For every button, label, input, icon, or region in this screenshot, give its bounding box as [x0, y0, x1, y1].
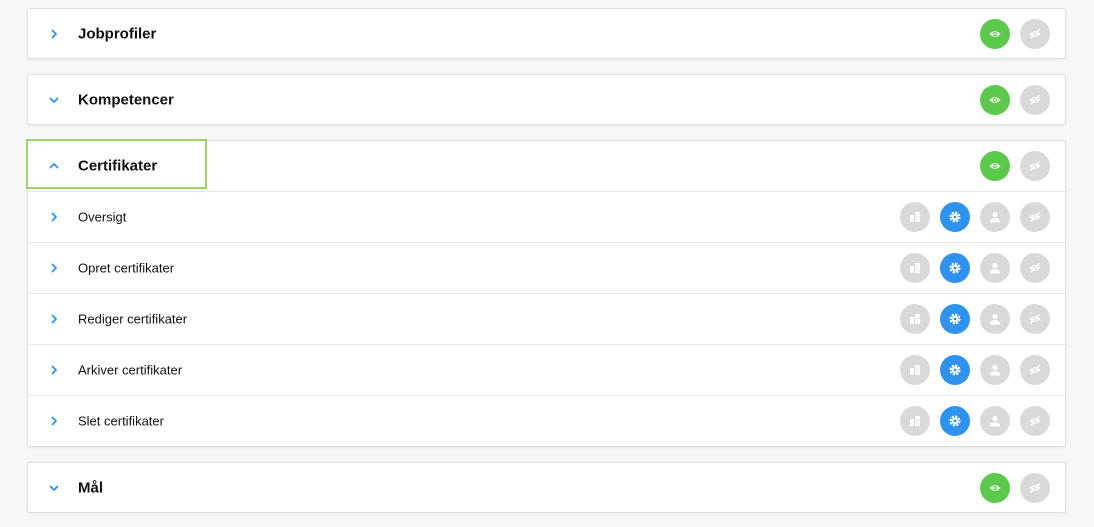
building-icon: [910, 263, 920, 273]
chevron-right-icon[interactable]: [47, 261, 61, 275]
eye-off-icon: [1029, 212, 1041, 222]
company-scope-button[interactable]: [900, 355, 930, 385]
eye-off-icon: [1029, 483, 1041, 493]
section-certifikater: Certifikater Oversigt Opret certifikater…: [27, 140, 1066, 447]
section-header[interactable]: Jobprofiler: [28, 9, 1065, 59]
section-jobprofiler: Jobprofiler: [27, 8, 1066, 59]
settings-scope-button[interactable]: [940, 253, 970, 283]
chevron-down-icon[interactable]: [47, 93, 61, 107]
chevron-right-icon[interactable]: [47, 312, 61, 326]
gear-icon: [949, 364, 961, 376]
section-title: Jobprofiler: [78, 25, 157, 43]
section-actions: [980, 473, 1050, 503]
eye-off-icon: [1029, 29, 1041, 39]
permission-row[interactable]: Opret certifikater: [28, 242, 1065, 293]
user-scope-button[interactable]: [980, 304, 1010, 334]
section-actions: [980, 85, 1050, 115]
gear-icon: [949, 313, 961, 325]
building-icon: [910, 314, 920, 324]
hidden-toggle-button[interactable]: [1020, 304, 1050, 334]
hidden-toggle-button[interactable]: [1020, 202, 1050, 232]
hidden-toggle-button[interactable]: [1020, 85, 1050, 115]
permission-label: Rediger certifikater: [78, 311, 188, 327]
settings-scope-button[interactable]: [940, 406, 970, 436]
user-scope-button[interactable]: [980, 253, 1010, 283]
section-kompetencer: Kompetencer: [27, 74, 1066, 125]
permission-row[interactable]: Arkiver certifikater: [28, 344, 1065, 395]
company-scope-button[interactable]: [900, 406, 930, 436]
section-header[interactable]: Mål: [28, 463, 1065, 513]
permission-actions: [900, 253, 1050, 283]
company-scope-button[interactable]: [900, 253, 930, 283]
section-title: Certifikater: [78, 157, 158, 175]
hidden-toggle-button[interactable]: [1020, 406, 1050, 436]
eye-icon: [989, 163, 1001, 169]
settings-scope-button[interactable]: [940, 355, 970, 385]
permission-row[interactable]: Oversigt: [28, 191, 1065, 242]
building-icon: [910, 416, 920, 426]
eye-off-icon: [1029, 314, 1041, 324]
permission-row[interactable]: Slet certifikater: [28, 395, 1065, 446]
user-icon: [990, 415, 1000, 427]
settings-scope-button[interactable]: [940, 304, 970, 334]
section-title: Kompetencer: [78, 91, 174, 109]
eye-off-icon: [1029, 161, 1041, 171]
user-icon: [990, 364, 1000, 376]
gear-icon: [949, 415, 961, 427]
user-icon: [990, 211, 1000, 223]
visible-toggle-button[interactable]: [980, 151, 1010, 181]
hidden-toggle-button[interactable]: [1020, 19, 1050, 49]
section-actions: [980, 151, 1050, 181]
eye-off-icon: [1029, 263, 1041, 273]
permission-actions: [900, 304, 1050, 334]
chevron-right-icon[interactable]: [47, 210, 61, 224]
permission-label: Slet certifikater: [78, 413, 164, 429]
section-title: Mål: [78, 479, 104, 497]
eye-off-icon: [1029, 95, 1041, 105]
eye-icon: [989, 485, 1001, 491]
chevron-down-icon[interactable]: [47, 481, 61, 495]
gear-icon: [949, 262, 961, 274]
section-header[interactable]: Kompetencer: [28, 75, 1065, 125]
eye-off-icon: [1029, 365, 1041, 375]
chevron-up-icon[interactable]: [47, 159, 61, 173]
eye-icon: [989, 97, 1001, 103]
permission-label: Opret certifikater: [78, 260, 175, 276]
visible-toggle-button[interactable]: [980, 19, 1010, 49]
hidden-toggle-button[interactable]: [1020, 151, 1050, 181]
user-icon: [990, 313, 1000, 325]
section-actions: [980, 19, 1050, 49]
permission-label: Oversigt: [78, 209, 127, 225]
building-icon: [910, 212, 920, 222]
permission-actions: [900, 355, 1050, 385]
section-maal: Mål: [27, 462, 1066, 513]
chevron-right-icon[interactable]: [47, 363, 61, 377]
gear-icon: [949, 211, 961, 223]
permission-row[interactable]: Rediger certifikater: [28, 293, 1065, 344]
company-scope-button[interactable]: [900, 202, 930, 232]
building-icon: [910, 365, 920, 375]
hidden-toggle-button[interactable]: [1020, 473, 1050, 503]
company-scope-button[interactable]: [900, 304, 930, 334]
permission-label: Arkiver certifikater: [78, 362, 183, 378]
user-scope-button[interactable]: [980, 355, 1010, 385]
visible-toggle-button[interactable]: [980, 85, 1010, 115]
hidden-toggle-button[interactable]: [1020, 355, 1050, 385]
user-scope-button[interactable]: [980, 406, 1010, 436]
section-header[interactable]: Certifikater: [28, 141, 1065, 191]
hidden-toggle-button[interactable]: [1020, 253, 1050, 283]
visible-toggle-button[interactable]: [980, 473, 1010, 503]
user-scope-button[interactable]: [980, 202, 1010, 232]
chevron-right-icon[interactable]: [47, 414, 61, 428]
settings-scope-button[interactable]: [940, 202, 970, 232]
chevron-right-icon[interactable]: [47, 27, 61, 41]
permission-actions: [900, 406, 1050, 436]
permission-actions: [900, 202, 1050, 232]
eye-off-icon: [1029, 416, 1041, 426]
user-icon: [990, 262, 1000, 274]
eye-icon: [989, 31, 1001, 37]
